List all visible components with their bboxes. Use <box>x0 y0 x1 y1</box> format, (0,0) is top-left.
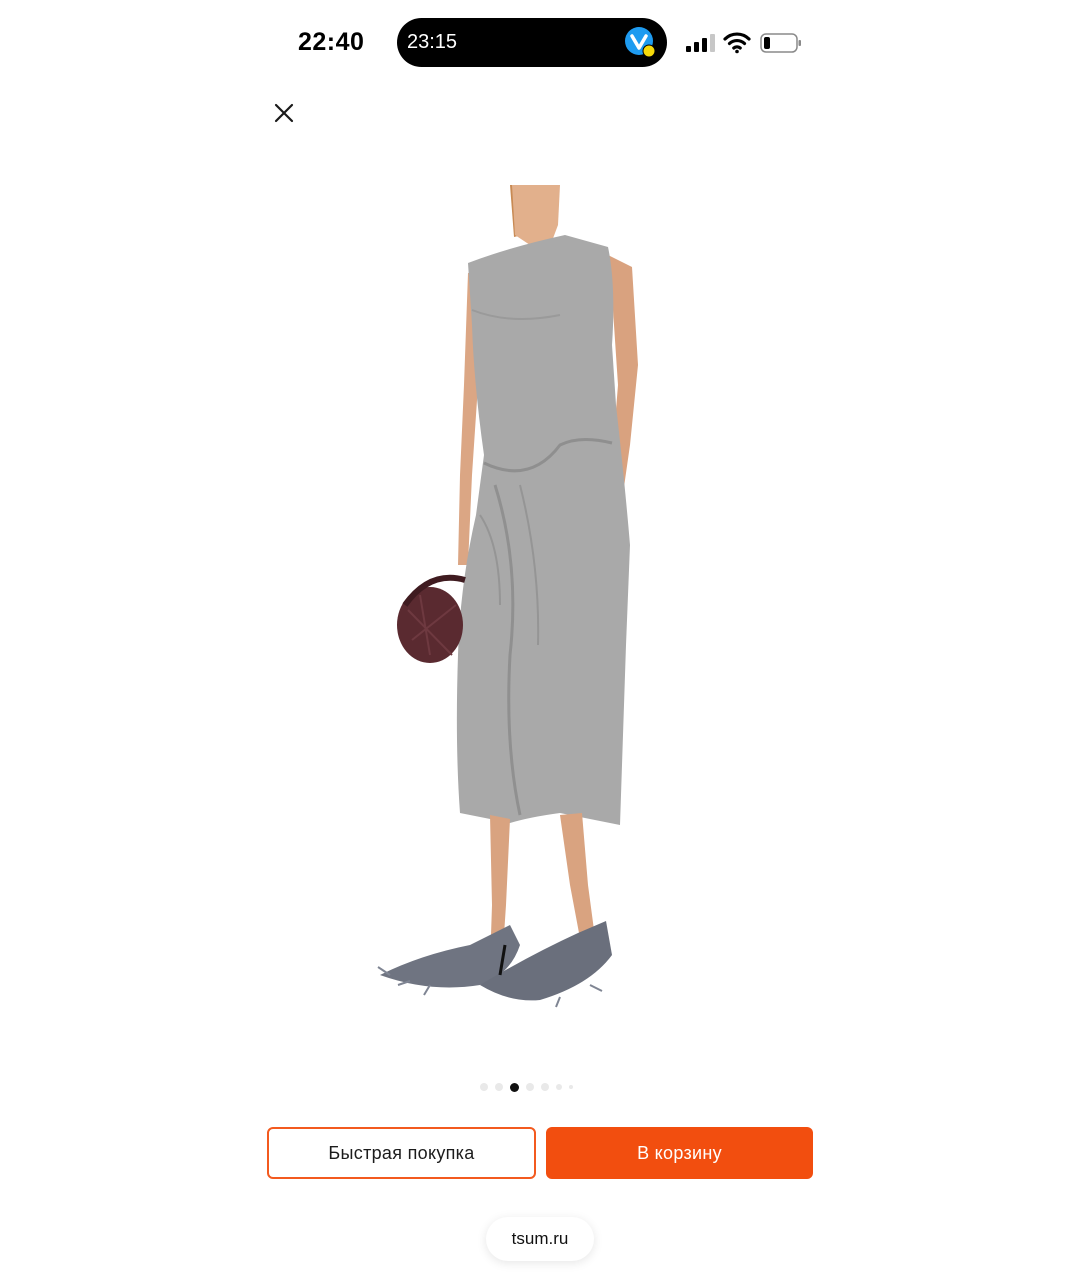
product-image[interactable] <box>360 185 660 1015</box>
status-time: 22:40 <box>298 28 365 56</box>
battery-low-icon <box>760 33 801 53</box>
wifi-icon <box>723 32 751 54</box>
cellular-signal-icon <box>686 34 715 52</box>
carousel-dot[interactable] <box>556 1084 562 1090</box>
vk-app-icon <box>625 27 655 57</box>
browser-url-pill[interactable]: tsum.ru <box>486 1217 594 1261</box>
close-button[interactable] <box>266 95 302 131</box>
dynamic-island[interactable]: 23:15 <box>397 18 667 67</box>
carousel-dots <box>480 1081 573 1093</box>
carousel-dot[interactable] <box>541 1083 549 1091</box>
carousel-dot[interactable] <box>569 1085 573 1089</box>
carousel-dot[interactable] <box>526 1083 534 1091</box>
carousel-dot-active[interactable] <box>510 1082 519 1092</box>
carousel-dot[interactable] <box>495 1083 503 1091</box>
add-to-cart-button[interactable]: В корзину <box>546 1127 813 1179</box>
carousel-dot[interactable] <box>480 1083 488 1091</box>
quick-buy-button[interactable]: Быстрая покупка <box>267 1127 536 1179</box>
island-time: 23:15 <box>407 31 458 53</box>
close-icon <box>274 103 294 123</box>
